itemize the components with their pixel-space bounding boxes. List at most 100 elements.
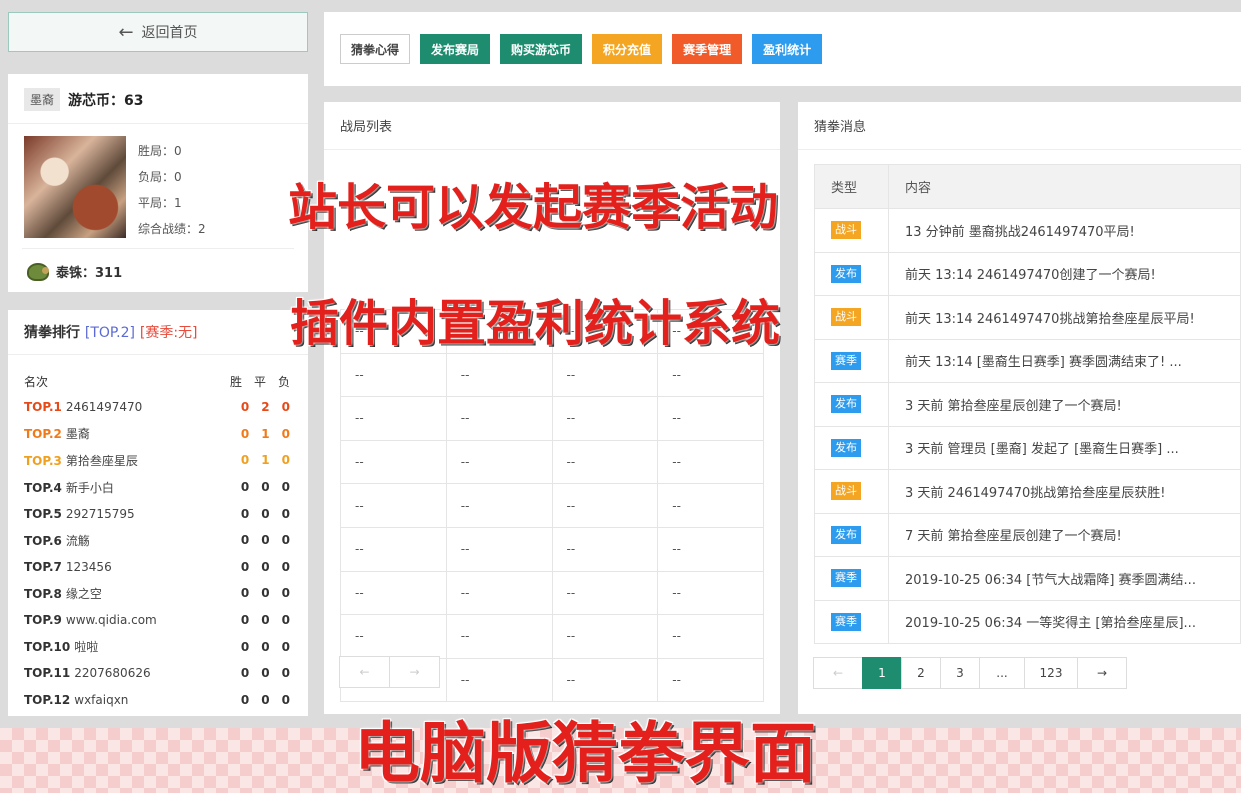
ranking-name: TOP.4 新手小白: [24, 479, 232, 496]
message-type-cell: 发布: [814, 425, 889, 470]
ranking-draw: 0: [261, 692, 270, 707]
ranking-user[interactable]: 2461497470: [66, 400, 142, 414]
ranking-lose: 0: [281, 426, 290, 441]
ranking-row: TOP.10 啦啦 0 0 0: [8, 633, 308, 660]
ranking-win: 0: [240, 426, 250, 441]
ranking-user[interactable]: 292715795: [66, 507, 135, 521]
stat-lose: 负局：0: [138, 170, 182, 184]
ranking-header: 名次 胜 平 负: [8, 355, 308, 394]
battle-cell: --: [340, 483, 447, 528]
buy-coin-button[interactable]: 购买游芯币: [500, 34, 583, 64]
battle-cell: --: [340, 570, 447, 616]
ranking-rank: TOP.11: [24, 666, 71, 681]
battle-cell: --: [551, 439, 659, 485]
battle-cell: --: [551, 352, 659, 398]
ranking-row: TOP.8 缘之空 0 0 0: [8, 580, 308, 607]
guess-tips-button[interactable]: 猜拳心得: [340, 34, 411, 64]
message-row: 战斗 13 分钟前 墨裔挑战2461497470平局!: [814, 208, 1241, 253]
battle-row: --------: [340, 570, 764, 616]
ranking-win: 0: [240, 692, 250, 707]
ranking-row: TOP.3 第拾叁座星辰 0 1 0: [8, 447, 308, 474]
message-type-cell: 发布: [814, 382, 889, 427]
ranking-win: 0: [240, 559, 250, 574]
ranking-win: 0: [240, 666, 250, 681]
ranking-draw: 0: [261, 533, 270, 548]
message-type-badge: 战斗: [831, 482, 861, 501]
battle-row: --------: [340, 526, 764, 572]
page-button[interactable]: 3: [940, 657, 980, 689]
battle-cell: --: [340, 396, 447, 441]
ranking-lose: 0: [281, 692, 290, 707]
ranking-draw: 0: [261, 480, 270, 495]
ranking-win: 0: [240, 613, 250, 628]
ranking-name: TOP.12 wxfaiqxn: [24, 693, 232, 707]
ranking-card: 猜拳排行 [TOP.2] [赛季:无] 名次 胜 平 负 TOP.1 246149…: [8, 310, 308, 716]
message-content: 前天 13:14 [墨裔生日赛季] 赛季圆满结束了! ...: [888, 338, 1241, 383]
message-row: 发布 前天 13:14 2461497470创建了一个赛局!: [814, 251, 1241, 296]
message-type-cell: 赛季: [814, 338, 889, 383]
profit-stats-button[interactable]: 盈利统计: [752, 34, 823, 64]
ranking-row: TOP.7 123456 0 0 0: [8, 554, 308, 581]
ranking-user[interactable]: wxfaiqxn: [74, 693, 128, 707]
overlay-caption-1: 站长可以发起赛季活动: [288, 179, 779, 236]
ranking-draw: 0: [261, 506, 270, 521]
back-home-button[interactable]: ← 返回首页: [8, 12, 308, 52]
message-content: 7 天前 第拾叁座星辰创建了一个赛局!: [888, 512, 1241, 557]
battle-cell: --: [340, 614, 447, 659]
battle-pager: ← →: [339, 656, 440, 688]
ranking-row: TOP.6 流觞 0 0 0: [8, 527, 308, 554]
battle-prev-button[interactable]: ←: [339, 656, 390, 688]
ranking-user[interactable]: 墨裔: [66, 427, 90, 441]
ranking-user[interactable]: www.qidia.com: [66, 613, 157, 627]
stat-win: 胜局：0: [138, 144, 182, 158]
ranking-user[interactable]: 缘之空: [66, 587, 102, 601]
points-recharge-button[interactable]: 积分充值: [592, 34, 663, 64]
page-button[interactable]: ...: [979, 657, 1025, 689]
season-manage-button[interactable]: 赛季管理: [672, 34, 743, 64]
ranking-name: TOP.10 啦啦: [24, 638, 232, 655]
battle-cell: --: [340, 526, 447, 572]
publish-match-button[interactable]: 发布赛局: [420, 34, 491, 64]
battle-cell: --: [657, 352, 764, 398]
ranking-user[interactable]: 流觞: [66, 534, 90, 548]
ranking-user[interactable]: 啦啦: [74, 640, 98, 654]
message-row: 赛季 2019-10-25 06:34 [节气大战霜降] 赛季圆满结...: [814, 556, 1241, 601]
ranking-draw: 0: [261, 586, 270, 601]
messages-table: 类型 内容 战斗 13 分钟前 墨裔挑战2461497470平局! 发布 前天 13:…: [814, 164, 1241, 644]
message-type-badge: 赛季: [831, 569, 861, 588]
battle-cell: --: [551, 483, 659, 528]
avatar[interactable]: [24, 136, 126, 238]
ranking-user[interactable]: 2207680626: [74, 666, 150, 680]
ranking-user[interactable]: 123456: [66, 560, 112, 574]
message-type-badge: 赛季: [831, 351, 861, 370]
overlay-caption-2: 插件内置盈利统计系统: [290, 295, 781, 352]
ranking-lose: 0: [281, 639, 290, 654]
ranking-lose: 0: [281, 586, 290, 601]
overlay-caption-3: 电脑版猜拳界面: [354, 715, 816, 792]
ranking-name: TOP.11 2207680626: [24, 666, 232, 680]
message-content: 3 天前 第拾叁座星辰创建了一个赛局!: [888, 382, 1241, 427]
page-button[interactable]: 1: [862, 657, 902, 689]
ranking-user[interactable]: 新手小白: [66, 481, 114, 495]
page-button[interactable]: 123: [1024, 657, 1078, 689]
messages-title: 猜拳消息: [798, 102, 1241, 150]
message-content: 前天 13:14 2461497470挑战第拾叁座星辰平局!: [888, 295, 1241, 340]
battle-row: --------: [340, 352, 764, 398]
ranking-row: TOP.5 292715795 0 0 0: [8, 500, 308, 527]
battle-next-button[interactable]: →: [389, 656, 440, 688]
ranking-draw: 0: [261, 559, 270, 574]
page-button[interactable]: 2: [901, 657, 941, 689]
battle-cell: --: [445, 483, 553, 528]
ranking-name: TOP.6 流觞: [24, 532, 232, 549]
msg-next-button[interactable]: →: [1077, 657, 1127, 689]
action-toolbar: 猜拳心得 发布赛局 购买游芯币 积分充值 赛季管理 盈利统计: [324, 12, 1241, 86]
msg-prev-button[interactable]: ←: [813, 657, 863, 689]
ranking-draw: 1: [261, 426, 270, 441]
ranking-user[interactable]: 第拾叁座星辰: [66, 454, 138, 468]
ranking-name: TOP.5 292715795: [24, 507, 232, 521]
message-row: 发布 7 天前 第拾叁座星辰创建了一个赛局!: [814, 512, 1241, 557]
col-type: 类型: [814, 164, 889, 209]
ranking-win: 0: [240, 480, 250, 495]
ranking-name: TOP.2 墨裔: [24, 425, 232, 442]
turtle-icon: [24, 261, 50, 281]
